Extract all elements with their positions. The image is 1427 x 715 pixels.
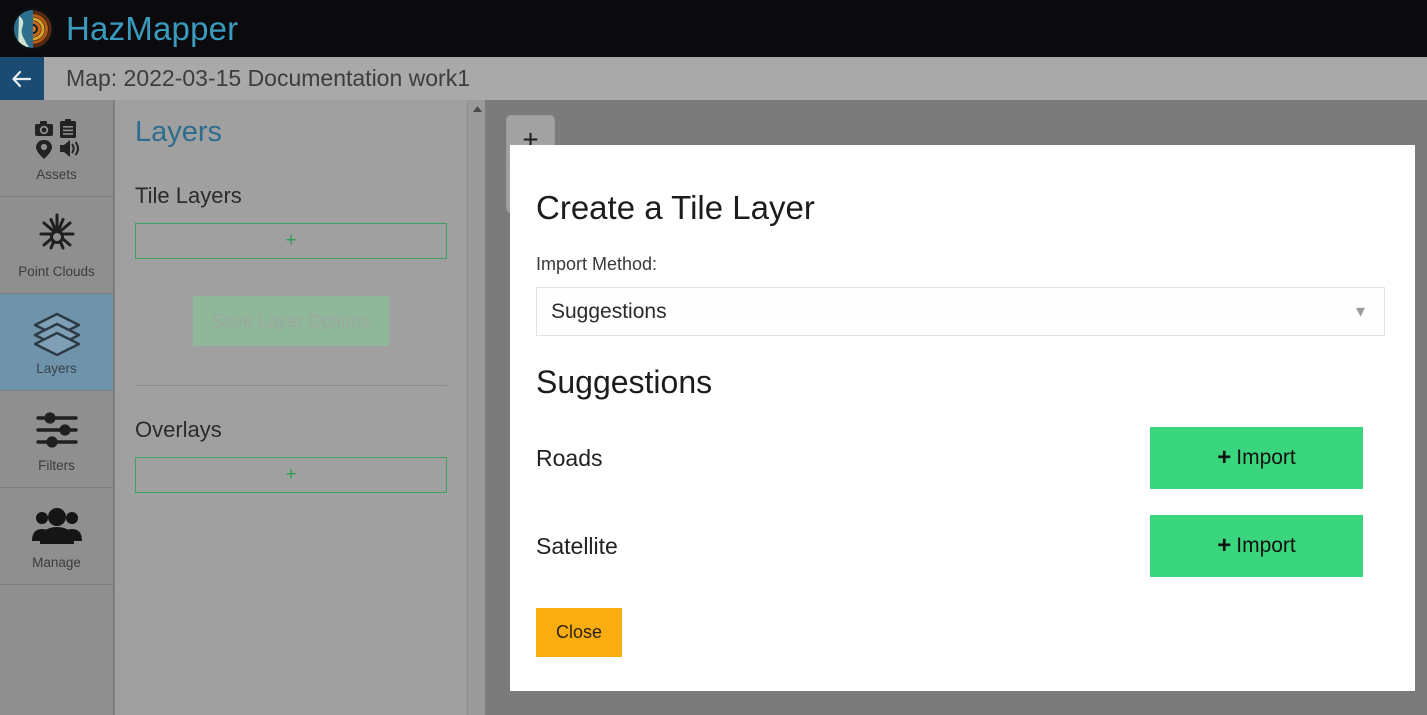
panel-divider <box>135 385 447 386</box>
suggestions-heading: Suggestions <box>536 364 713 400</box>
scroll-up-button[interactable] <box>468 100 486 118</box>
import-button-label: Import <box>1236 446 1296 469</box>
sidebar-item-filters[interactable]: Filters <box>0 391 113 488</box>
suggestion-row: Roads + Import <box>536 427 1363 489</box>
import-method-label: Import Method: <box>536 254 658 274</box>
sidebar-item-label: Filters <box>38 457 75 473</box>
add-overlay-button[interactable]: + <box>135 457 447 493</box>
plus-icon: + <box>1217 444 1232 471</box>
tile-layers-section: Tile Layers + Save Layer Options <box>135 183 447 346</box>
import-satellite-button[interactable]: + Import <box>1150 515 1363 577</box>
tile-layers-title: Tile Layers <box>135 183 242 208</box>
filters-sliders-icon <box>33 406 81 454</box>
panel-heading: Layers <box>135 116 223 148</box>
dialog-title: Create a Tile Layer <box>536 189 815 226</box>
map-titlebar: Map: 2022-03-15 Documentation work1 <box>0 57 1427 100</box>
hazmapper-logo-icon <box>12 7 54 50</box>
sidebar-item-label: Point Clouds <box>18 263 95 279</box>
manage-people-icon <box>31 503 83 551</box>
sidebar-item-point-clouds[interactable]: Point Clouds <box>0 197 113 294</box>
close-button[interactable]: Close <box>536 608 622 657</box>
panel-scrollbar[interactable] <box>467 100 485 715</box>
caret-up-icon <box>472 100 483 118</box>
arrow-left-icon <box>11 70 33 88</box>
overlays-section: Overlays + <box>135 417 447 493</box>
import-method-value: Suggestions <box>551 299 667 323</box>
assets-icon <box>33 115 81 163</box>
app-title: HazMapper <box>66 10 239 47</box>
back-button[interactable] <box>0 57 44 100</box>
sidebar-item-layers[interactable]: Layers <box>0 294 113 391</box>
import-button-label: Import <box>1236 534 1296 557</box>
suggestion-row: Satellite + Import <box>536 515 1363 577</box>
import-roads-button[interactable]: + Import <box>1150 427 1363 489</box>
sidebar-item-label: Manage <box>32 554 81 570</box>
import-method-select[interactable]: Suggestions ▼ <box>536 287 1385 336</box>
point-cloud-icon <box>33 212 81 260</box>
app-header: HazMapper <box>0 0 1427 57</box>
add-tile-layer-button[interactable]: + <box>135 223 447 259</box>
plus-icon: + <box>1217 532 1232 559</box>
layers-panel: Layers Tile Layers + Save Layer Options … <box>115 100 467 715</box>
chevron-down-icon: ▼ <box>1353 303 1368 320</box>
sidebar-item-label: Assets <box>36 166 77 182</box>
layers-icon <box>31 309 83 357</box>
overlays-title: Overlays <box>135 417 222 442</box>
sidebar-item-assets[interactable]: Assets <box>0 100 113 197</box>
sidebar-item-manage[interactable]: Manage <box>0 488 113 585</box>
page-title: Map: 2022-03-15 Documentation work1 <box>66 65 471 91</box>
suggestion-name: Roads <box>536 444 603 471</box>
sidebar-rail: Assets Point Clouds Layers Filters Manag… <box>0 100 114 715</box>
sidebar-item-label: Layers <box>36 360 77 376</box>
create-tile-layer-dialog: Create a Tile Layer Import Method: Sugge… <box>510 145 1415 691</box>
save-layer-options-button[interactable]: Save Layer Options <box>193 296 389 346</box>
suggestion-name: Satellite <box>536 532 618 559</box>
